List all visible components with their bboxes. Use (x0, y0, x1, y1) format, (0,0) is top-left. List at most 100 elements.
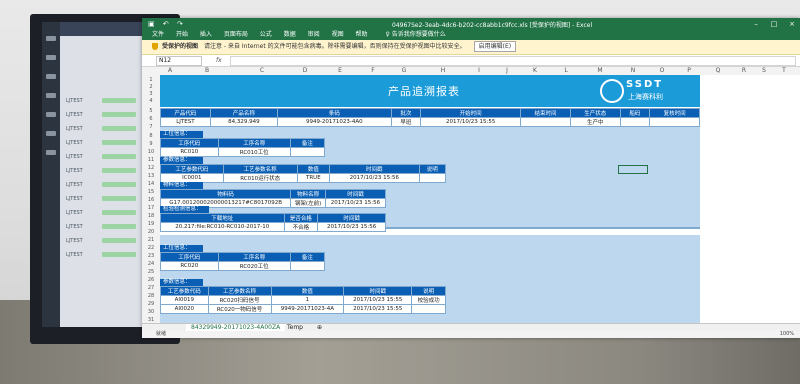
column-header[interactable]: M (582, 67, 618, 75)
column-header[interactable]: A (160, 67, 180, 75)
cell[interactable]: 9949-20171023-4A0 (276, 117, 392, 127)
cell[interactable]: 2017/10/23 15:55 (420, 117, 522, 127)
row-header[interactable]: 2 (142, 84, 160, 90)
cell[interactable]: RC020扫码信号 (207, 295, 272, 305)
cell[interactable]: 2017/10/23 15:56 (324, 198, 387, 208)
tab-data[interactable]: 数据 (284, 30, 296, 40)
tab-page-layout[interactable]: 页面布局 (224, 30, 248, 40)
row-header[interactable]: 30 (142, 309, 160, 315)
row-header[interactable]: 21 (142, 237, 160, 243)
tab-formulas[interactable]: 公式 (260, 30, 272, 40)
redo-icon[interactable]: ↷ (177, 20, 183, 28)
tab-view[interactable]: 视图 (332, 30, 344, 40)
cell[interactable] (649, 117, 700, 127)
maximize-icon[interactable]: □ (766, 18, 782, 30)
cell[interactable]: 早班 (390, 117, 422, 127)
column-header[interactable]: C (234, 67, 290, 75)
column-header[interactable]: R (734, 67, 754, 75)
row-header[interactable]: 12 (142, 165, 160, 171)
cell[interactable] (619, 117, 651, 127)
cell[interactable]: LJTEST (160, 117, 211, 127)
cell[interactable]: RC010工位 (217, 147, 291, 157)
cell[interactable]: 1 (270, 295, 345, 305)
row-header[interactable]: 3 (142, 91, 160, 97)
row-header[interactable]: 20 (142, 229, 160, 235)
cell[interactable]: 2017/10/23 15:55 (343, 295, 413, 305)
cell[interactable]: AI0020 (160, 304, 209, 314)
tab-insert[interactable]: 插入 (200, 30, 212, 40)
row-header[interactable]: 19 (142, 221, 160, 227)
cell[interactable] (289, 261, 326, 271)
column-header[interactable]: L (550, 67, 582, 75)
selected-cell[interactable] (618, 165, 648, 174)
cell[interactable]: 20.217:file:RC010-RC010-2017-10 (160, 222, 285, 232)
cell[interactable]: RC020工位 (217, 261, 291, 271)
close-icon[interactable]: × (784, 18, 800, 30)
row-header[interactable]: 23 (142, 253, 160, 259)
cell[interactable] (520, 117, 571, 127)
row-header[interactable]: 4 (142, 98, 160, 104)
tell-me-box[interactable]: ♀ 告诉我你想要做什么 (385, 30, 445, 40)
row-header[interactable]: 29 (142, 301, 160, 307)
tab-help[interactable]: 帮助 (356, 30, 368, 40)
row-header[interactable]: 22 (142, 245, 160, 251)
row-header[interactable]: 25 (142, 269, 160, 275)
row-header[interactable]: 18 (142, 213, 160, 219)
row-header[interactable]: 16 (142, 197, 160, 203)
column-header[interactable]: O (648, 67, 676, 75)
column-header[interactable]: Q (702, 67, 734, 75)
column-header[interactable]: K (520, 67, 550, 75)
cell[interactable]: 9949-20171023-4A (270, 304, 345, 314)
cell[interactable]: 校验成功 (411, 295, 446, 305)
column-header[interactable]: P (676, 67, 702, 75)
row-header[interactable]: 17 (142, 205, 160, 211)
undo-icon[interactable]: ↶ (163, 20, 169, 28)
cell[interactable] (418, 173, 447, 183)
row-header[interactable]: 24 (142, 261, 160, 267)
row-header[interactable]: 26 (142, 277, 160, 283)
column-header[interactable]: H (422, 67, 464, 75)
column-header[interactable]: F (360, 67, 386, 75)
row-header[interactable]: 5 (142, 108, 160, 114)
row-header[interactable]: 1 (142, 77, 160, 83)
cell[interactable]: RC020 (160, 261, 219, 271)
row-header[interactable]: 14 (142, 181, 160, 187)
cell[interactable]: 生产中 (569, 117, 621, 127)
row-header[interactable]: 8 (142, 133, 160, 139)
enable-editing-button[interactable]: 启用编辑(E) (473, 41, 517, 52)
column-header[interactable]: T (774, 67, 794, 75)
row-header[interactable]: 11 (142, 157, 160, 163)
save-icon[interactable]: ▣ (148, 20, 155, 28)
cell[interactable]: 2017/10/23 15:56 (317, 222, 386, 232)
cell[interactable]: 2017/10/23 15:56 (329, 173, 420, 183)
cell[interactable]: TRUE (296, 173, 331, 183)
row-header[interactable]: 9 (142, 141, 160, 147)
formula-input[interactable] (230, 56, 796, 66)
minimize-icon[interactable]: – (748, 18, 764, 30)
name-box[interactable]: N12 (156, 56, 202, 66)
tab-home[interactable]: 开始 (176, 30, 188, 40)
row-header[interactable]: 6 (142, 116, 160, 122)
cell[interactable]: AI0019 (160, 295, 209, 305)
cell[interactable]: 不合格 (283, 222, 319, 232)
cell[interactable]: RC010 (160, 147, 219, 157)
cell[interactable]: 84,329.949 (209, 117, 278, 127)
tab-review[interactable]: 审阅 (308, 30, 320, 40)
row-header[interactable]: 7 (142, 124, 160, 130)
row-header[interactable]: 13 (142, 173, 160, 179)
cell[interactable]: RC010运行状态 (222, 173, 298, 183)
row-header[interactable]: 27 (142, 285, 160, 291)
column-header[interactable]: B (180, 67, 234, 75)
column-header[interactable]: I (464, 67, 494, 75)
cell[interactable]: RC020一物码信号 (207, 304, 272, 314)
column-header[interactable]: J (494, 67, 520, 75)
cell[interactable] (289, 147, 326, 157)
row-header[interactable]: 15 (142, 189, 160, 195)
column-header[interactable]: E (320, 67, 360, 75)
row-header[interactable]: 28 (142, 293, 160, 299)
zoom-level[interactable]: 100% (780, 331, 794, 338)
column-header[interactable]: N (618, 67, 648, 75)
column-header[interactable]: G (386, 67, 422, 75)
row-header[interactable]: 10 (142, 149, 160, 155)
cell[interactable] (411, 304, 446, 314)
